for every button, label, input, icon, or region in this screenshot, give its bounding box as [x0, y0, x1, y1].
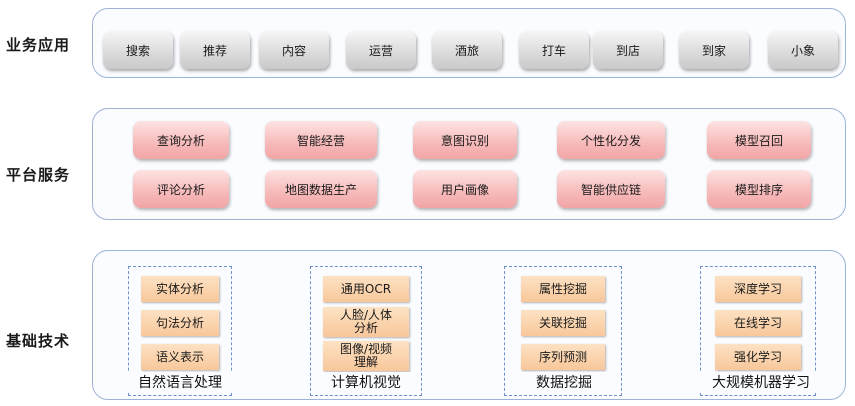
group-item: 实体分析: [141, 276, 219, 302]
platform-item: 模型召回: [707, 121, 811, 159]
group-title: 自然语言处理: [128, 372, 232, 392]
business-panel: 搜索 推荐 内容 运营 酒旅 打车 到店 到家 小象: [92, 8, 846, 78]
group-item: 序列预测: [521, 344, 605, 370]
platform-item: 查询分析: [133, 121, 229, 159]
group-item: 在线学习: [715, 310, 801, 336]
business-item: 打车: [519, 31, 589, 69]
business-item: 搜索: [103, 31, 173, 69]
platform-item: 个性化分发: [557, 121, 665, 159]
row-label-business: 业务应用: [6, 36, 71, 54]
row-label-platform: 平台服务: [6, 166, 71, 184]
business-item: 运营: [346, 31, 416, 69]
group-item: 语义表示: [141, 344, 219, 370]
business-item: 小象: [768, 31, 838, 69]
group-item: 通用OCR: [323, 276, 409, 302]
platform-item: 智能供应链: [557, 170, 665, 208]
business-item: 酒旅: [432, 31, 502, 69]
platform-item: 意图识别: [413, 121, 517, 159]
business-item: 内容: [259, 31, 329, 69]
group-item: 句法分析: [141, 310, 219, 336]
group-item: 人脸/人体分析: [323, 307, 409, 337]
business-item: 到家: [679, 31, 749, 69]
group-title: 数据挖掘: [520, 372, 608, 392]
group-title: 大规模机器学习: [700, 372, 822, 392]
row-label-foundation: 基础技术: [6, 332, 71, 350]
platform-item: 用户画像: [413, 170, 517, 208]
group-item: 图像/视频理解: [323, 341, 409, 371]
platform-item: 智能经营: [265, 121, 377, 159]
group-item: 强化学习: [715, 344, 801, 370]
group-title: 计算机视觉: [318, 372, 414, 392]
business-item: 推荐: [180, 31, 250, 69]
group-item: 深度学习: [715, 276, 801, 302]
business-item: 到店: [593, 31, 663, 69]
platform-item: 评论分析: [133, 170, 229, 208]
platform-panel: 查询分析 智能经营 意图识别 个性化分发 模型召回 评论分析 地图数据生产 用户…: [92, 108, 846, 220]
group-item: 关联挖掘: [521, 310, 605, 336]
group-item: 属性挖掘: [521, 276, 605, 302]
platform-item: 地图数据生产: [265, 170, 377, 208]
platform-item: 模型排序: [707, 170, 811, 208]
